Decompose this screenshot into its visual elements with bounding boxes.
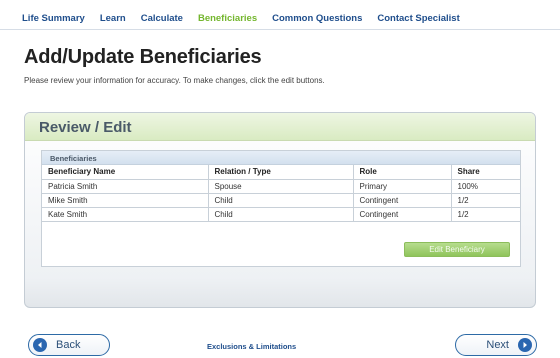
column-header-share: Share — [451, 165, 520, 180]
top-navigation: Life Summary Learn Calculate Beneficiari… — [0, 0, 560, 30]
table-caption: Beneficiaries — [42, 151, 520, 165]
cell-role: Contingent — [353, 207, 452, 222]
back-button-label: Back — [56, 339, 81, 351]
cell-relation: Child — [208, 207, 354, 222]
cell-relation: Spouse — [208, 179, 354, 194]
cell-name: Patricia Smith — [42, 179, 209, 194]
beneficiaries-table-box: Beneficiaries Beneficiary Name Relation … — [41, 150, 521, 267]
nav-item-contact-specialist[interactable]: Contact Specialist — [377, 13, 459, 24]
nav-item-life-summary[interactable]: Life Summary — [22, 13, 85, 24]
nav-item-learn[interactable]: Learn — [100, 13, 126, 24]
cell-share: 100% — [451, 179, 520, 194]
cell-name: Mike Smith — [42, 193, 209, 208]
panel-title: Review / Edit — [39, 119, 132, 136]
column-header-name: Beneficiary Name — [42, 165, 209, 180]
column-header-relation: Relation / Type — [208, 165, 354, 180]
cell-share: 1/2 — [451, 193, 520, 208]
arrow-left-circle-icon — [33, 338, 47, 352]
panel-header: Review / Edit — [25, 113, 535, 141]
nav-item-calculate[interactable]: Calculate — [141, 13, 183, 24]
cell-role: Primary — [353, 179, 452, 194]
column-header-role: Role — [353, 165, 452, 180]
back-button[interactable]: Back — [28, 334, 110, 356]
cell-role: Contingent — [353, 193, 452, 208]
page-title: Add/Update Beneficiaries — [24, 46, 262, 68]
next-button-label: Next — [486, 339, 509, 351]
page-subtitle: Please review your information for accur… — [24, 76, 325, 85]
nav-item-common-questions[interactable]: Common Questions — [272, 13, 362, 24]
table-row: Mike Smith Child Contingent 1/2 — [42, 193, 520, 208]
cell-relation: Child — [208, 193, 354, 208]
next-button[interactable]: Next — [455, 334, 537, 356]
beneficiaries-table: Beneficiary Name Relation / Type Role Sh… — [42, 165, 520, 222]
nav-item-beneficiaries[interactable]: Beneficiaries — [198, 13, 257, 24]
edit-beneficiary-button[interactable]: Edit Beneficiary — [404, 242, 510, 257]
nav-list: Life Summary Learn Calculate Beneficiari… — [22, 13, 475, 24]
table-row: Kate Smith Child Contingent 1/2 — [42, 207, 520, 222]
arrow-right-circle-icon — [518, 338, 532, 352]
table-row: Patricia Smith Spouse Primary 100% — [42, 179, 520, 194]
review-edit-panel: Review / Edit Beneficiaries Beneficiary … — [24, 112, 536, 308]
cell-name: Kate Smith — [42, 207, 209, 222]
exclusions-limitations-link[interactable]: Exclusions & Limitations — [207, 342, 296, 351]
table-header-row: Beneficiary Name Relation / Type Role Sh… — [42, 165, 520, 180]
cell-share: 1/2 — [451, 207, 520, 222]
